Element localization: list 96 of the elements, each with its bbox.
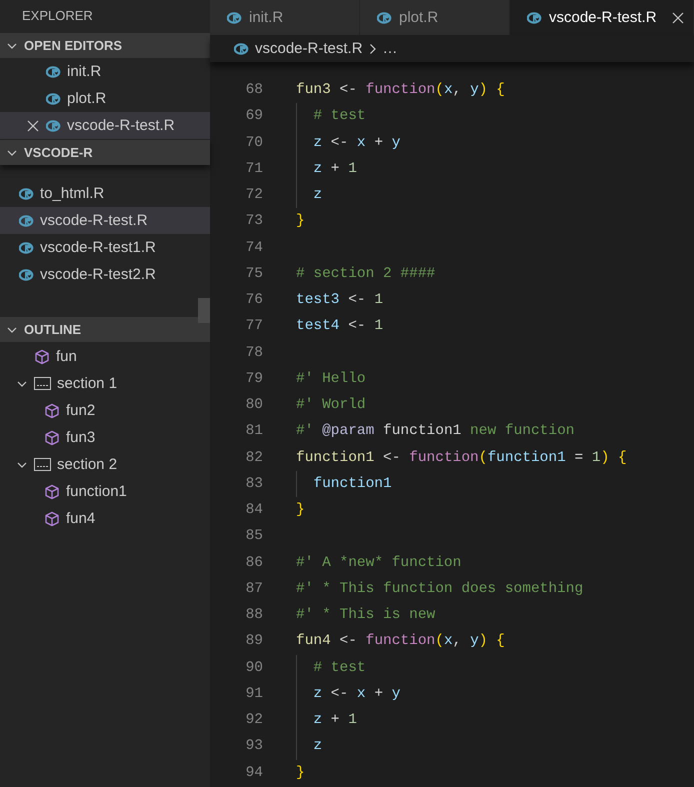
line-number: 84 — [244, 502, 263, 518]
code-line: z + 1 — [313, 712, 357, 728]
file-icon — [377, 12, 392, 24]
code-line: #' @param function1 new function — [296, 423, 574, 440]
scrollbar-thumb[interactable] — [198, 298, 210, 323]
outline-item[interactable]: section 1 — [0, 370, 210, 397]
code-line: function1 — [313, 476, 392, 492]
code-line: z <- x + y — [313, 686, 400, 702]
outline-item[interactable]: fun2 — [0, 397, 210, 424]
line-number: 79 — [244, 370, 263, 387]
breadcrumb-item[interactable]: vscode-R-test.R — [255, 40, 363, 57]
file-icon — [46, 92, 61, 104]
line-number: 71 — [244, 160, 263, 177]
editor-tab[interactable]: init.R — [210, 0, 360, 35]
line-number: 72 — [244, 187, 263, 204]
file-item[interactable]: to_html.R — [0, 180, 210, 207]
code-line: #' A *new* function — [296, 554, 462, 571]
line-number: 75 — [244, 266, 263, 282]
line-number: 74 — [244, 240, 263, 256]
file-icon — [234, 42, 249, 54]
breadcrumb-item[interactable]: … — [382, 40, 398, 57]
code-line: #' * This is new — [296, 607, 436, 624]
code-line: z + 1 — [313, 160, 357, 177]
editor-tab[interactable]: vscode-R-test.R — [510, 0, 694, 35]
code-line: # test — [313, 108, 366, 124]
line-number: 80 — [244, 397, 263, 414]
cube-icon — [34, 348, 50, 364]
text-symbol-icon — [34, 458, 51, 471]
file-icon — [19, 268, 34, 280]
file-icon — [19, 214, 34, 226]
line-number: 78 — [244, 344, 263, 361]
outline-item[interactable]: fun4 — [0, 505, 210, 532]
file-icon — [527, 12, 542, 24]
line-number: 88 — [244, 607, 263, 624]
code-line: # section 2 #### — [296, 266, 436, 282]
code-line: fun3 <- function(x, y) { — [296, 82, 505, 98]
cube-icon — [44, 484, 60, 500]
line-number: 83 — [244, 476, 263, 492]
code-line: z — [313, 187, 322, 204]
file-icon — [227, 12, 242, 24]
file-item[interactable]: vscode-R-test1.R — [0, 234, 210, 261]
open-editor-item[interactable]: init.R — [0, 58, 210, 85]
line-number: 70 — [244, 134, 263, 151]
outline-item[interactable]: function1 — [0, 478, 210, 505]
line-number: 81 — [244, 423, 263, 440]
section-header[interactable]: OPEN EDITORS — [0, 33, 210, 58]
line-number: 93 — [244, 738, 263, 754]
code-line: z <- x + y — [313, 134, 400, 151]
section-header[interactable]: VSCODE-R — [0, 140, 210, 165]
code-line: } — [296, 213, 305, 230]
outline-item[interactable]: fun3 — [0, 424, 210, 451]
line-number: 90 — [244, 660, 263, 676]
code-line: fun4 <- function(x, y) { — [296, 633, 505, 650]
code-line: #' * This function does something — [296, 580, 584, 597]
code-line: test4 <- 1 — [296, 318, 384, 334]
open-editor-item[interactable]: vscode-R-test.R — [0, 112, 210, 139]
file-icon — [19, 242, 34, 254]
line-number: 77 — [244, 318, 263, 334]
file-item[interactable]: vscode-R-test.R — [0, 207, 210, 234]
cube-icon — [44, 402, 60, 418]
file-item[interactable]: vscode-R-test2.R — [0, 261, 210, 288]
section-header[interactable]: OUTLINE — [0, 317, 210, 342]
line-number: 94 — [244, 764, 263, 781]
outline-item[interactable]: fun — [0, 343, 210, 370]
outline-item[interactable]: section 2 — [0, 451, 210, 478]
line-number: 87 — [244, 580, 263, 597]
code-line: function1 <- function(function1 = 1) { — [296, 450, 627, 466]
cube-icon — [44, 510, 60, 526]
code-line: # test — [313, 660, 366, 676]
file-icon — [46, 120, 61, 132]
line-number: 68 — [244, 82, 263, 98]
line-number: 91 — [244, 686, 263, 702]
line-number: 86 — [244, 554, 263, 571]
close-icon[interactable] — [26, 118, 40, 132]
code-line: z — [313, 738, 322, 754]
code-line: #' Hello — [296, 370, 366, 387]
line-number: 69 — [244, 108, 263, 124]
line-number: 92 — [244, 712, 263, 728]
code-line: } — [296, 502, 305, 518]
sidebar-title: EXPLORER — [21, 7, 94, 25]
close-icon[interactable] — [672, 12, 684, 24]
code-line: } — [296, 764, 305, 781]
open-editor-item[interactable]: plot.R — [0, 85, 210, 112]
line-number: 85 — [244, 528, 263, 544]
chevron-icon — [368, 42, 377, 54]
line-number: 82 — [244, 450, 263, 466]
line-number: 89 — [244, 633, 263, 650]
file-icon — [19, 188, 34, 200]
text-symbol-icon — [34, 377, 51, 390]
line-number: 76 — [244, 292, 263, 308]
file-icon — [46, 66, 61, 78]
cube-icon — [44, 430, 60, 446]
code-line: #' World — [296, 397, 366, 414]
editor-tab[interactable]: plot.R — [360, 0, 510, 35]
code-line: test3 <- 1 — [296, 292, 384, 308]
line-number: 73 — [244, 213, 263, 230]
